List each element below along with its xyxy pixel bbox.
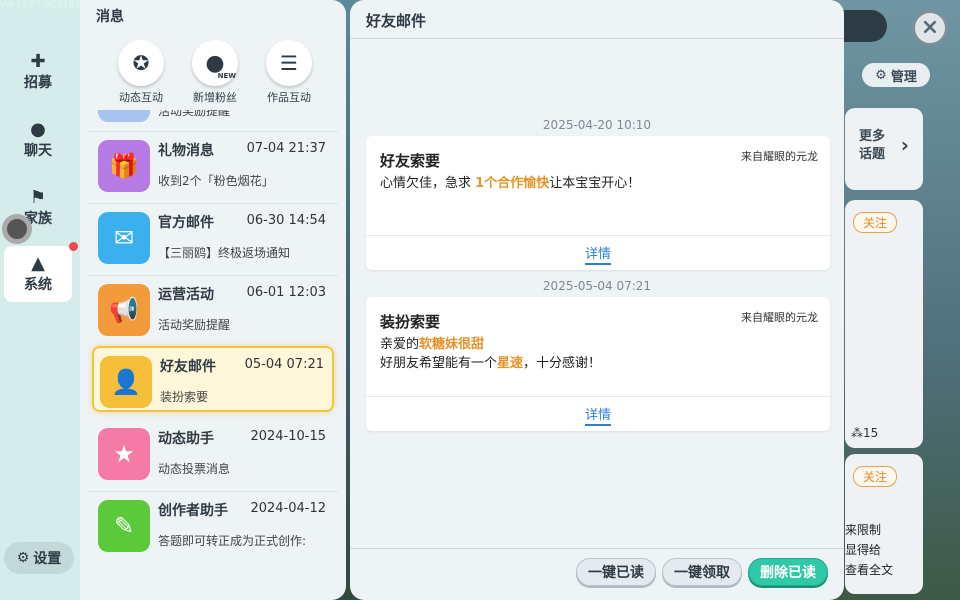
sidebar: ✚ 招募 ● 聊天 ⚑ 家族 ▲ 系统 ⚙ 设置 [0, 0, 80, 600]
divider [350, 548, 844, 549]
user-new-icon: ● NEW [192, 40, 238, 86]
mail-panel-title: 好友邮件 [366, 12, 427, 30]
settings-button[interactable]: ⚙ 设置 [4, 542, 74, 574]
follow-button[interactable]: 关注 [853, 466, 898, 487]
friend-mail-icon: 👤 [100, 356, 152, 408]
share-icon: ⁂ [851, 426, 863, 440]
delete-read-button[interactable]: 删除已读 [748, 558, 828, 586]
close-button[interactable]: × [912, 10, 948, 46]
gift-icon: 🎁 [98, 140, 150, 192]
list-item-creator-assistant[interactable]: ✎ 创作者助手 2024-04-12 答题即可转正成为正式创作: [92, 492, 334, 558]
sidebar-item-system[interactable]: ▲ 系统 [4, 246, 72, 302]
panel-title: 消息 [96, 9, 124, 25]
mail-panel: 好友邮件 2025-04-20 10:10 好友索要 来自耀眼的元龙 心情欠佳，… [350, 0, 844, 600]
sidebar-item-recruit[interactable]: ✚ 招募 [4, 44, 72, 100]
read-all-button[interactable]: 一键已读 [576, 558, 656, 586]
floating-ring-button[interactable] [2, 214, 32, 244]
claim-all-button[interactable]: 一键领取 [662, 558, 742, 586]
feed-text: 来限制 显得给 查看全文 [845, 523, 894, 577]
divider [366, 235, 830, 236]
mail-body: 心情欠佳，急求 1个合作愉快让本宝宝开心！ [380, 176, 641, 191]
pencil-ruler-icon: ✎ [98, 500, 150, 552]
plus-box-icon: ✚ [30, 51, 46, 72]
megaphone-icon: 📢 [98, 284, 150, 336]
quick-button-works[interactable]: ☰ 作品互动 [254, 40, 324, 105]
chat-bubble-icon: ● [30, 119, 46, 140]
manage-label: 管理 [890, 69, 917, 85]
divider [366, 396, 830, 397]
gear-icon: ⚙ [16, 550, 30, 566]
manage-button[interactable]: ⚙ 管理 [862, 63, 930, 87]
sidebar-item-chat[interactable]: ● 聊天 [4, 112, 72, 168]
list-doc-icon: ☰ [266, 40, 312, 86]
topic-line-2: 话题 [859, 147, 886, 162]
messages-panel: 消息 ✪ 动态互动 ● NEW 新增粉丝 ☰ 作品互动 活动奖励提醒 🎁 礼物消… [80, 0, 346, 600]
mail-date: 2025-05-04 07:21 [542, 279, 652, 293]
feed-card[interactable]: 关注 来限制 显得给 查看全文 [845, 454, 923, 594]
mail-body: 亲爱的软糖妹很甜 好朋友希望能有一个星速，十分感谢！ [380, 337, 602, 371]
detail-link[interactable]: 详情 [366, 243, 830, 265]
flag-icon: ⚑ [29, 187, 47, 208]
mail-title: 好友索要 [380, 152, 441, 170]
mail-sender: 来自耀眼的元龙 [741, 311, 818, 324]
close-icon: × [920, 15, 940, 40]
divider [350, 38, 844, 39]
version-text: Ver [1.47.0][58][6.2... [0, 0, 99, 10]
bookmark-star-icon: ★ [98, 428, 150, 480]
follow-button[interactable]: 关注 [853, 212, 898, 233]
partial-avatar [98, 110, 150, 122]
more-topics-card[interactable]: 更多 话题 › [845, 108, 923, 190]
mail-date: 2025-04-20 10:10 [542, 118, 652, 132]
star-chat-icon: ✪ [118, 40, 164, 86]
bell-icon: ▲ [31, 253, 45, 274]
list-item-feed-assistant[interactable]: ★ 动态助手 2024-10-15 动态投票消息 [92, 420, 334, 486]
likes-count: ⁂15 [851, 426, 879, 440]
list-item-friend-mail[interactable]: 👤 好友邮件 05-04 07:21 装扮索要 [92, 346, 334, 412]
message-list[interactable]: 活动奖励提醒 🎁 礼物消息 07-04 21:37 收到2个「粉色烟花」 ✉ 官… [88, 110, 338, 572]
mail-card: 装扮索要 来自耀眼的元龙 亲爱的软糖妹很甜 好朋友希望能有一个星速，十分感谢！ … [366, 297, 830, 431]
feed-card[interactable]: 关注 ⁂15 [845, 200, 923, 448]
envelope-icon: ✉ [98, 212, 150, 264]
quick-button-new-fans[interactable]: ● NEW 新增粉丝 [180, 40, 250, 105]
quick-button-activity[interactable]: ✪ 动态互动 [106, 40, 176, 105]
topic-line-1: 更多 [859, 129, 886, 144]
mail-sender: 来自耀眼的元龙 [741, 150, 818, 163]
detail-link[interactable]: 详情 [366, 404, 830, 426]
list-item-gift[interactable]: 🎁 礼物消息 07-04 21:37 收到2个「粉色烟花」 [92, 132, 334, 198]
chevron-right-icon: › [900, 133, 909, 157]
mail-card: 好友索要 来自耀眼的元龙 心情欠佳，急求 1个合作愉快让本宝宝开心！ 详情 [366, 136, 830, 270]
new-badge: NEW [217, 72, 236, 80]
list-item-operations[interactable]: 📢 运营活动 06-01 12:03 活动奖励提醒 [92, 276, 334, 342]
mail-title: 装扮索要 [380, 313, 441, 331]
gear-icon: ⚙ [875, 67, 887, 83]
notification-dot [69, 242, 78, 251]
list-item[interactable]: 活动奖励提醒 [92, 110, 334, 128]
list-item-official-mail[interactable]: ✉ 官方邮件 06-30 14:54 【三丽鸥】终极返场通知 [92, 204, 334, 270]
